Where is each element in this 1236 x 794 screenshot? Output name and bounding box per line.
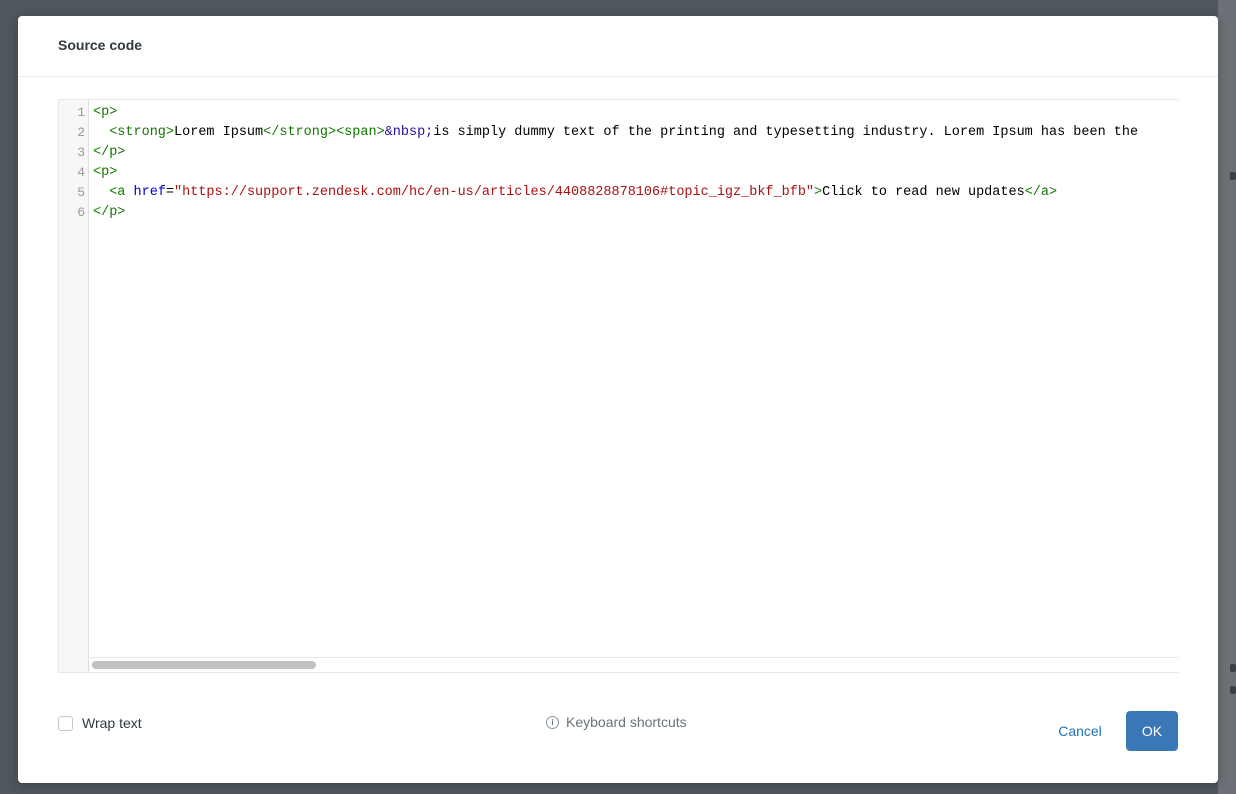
line-number: 3: [77, 145, 85, 160]
code-token: is simply dummy text of the printing and…: [433, 125, 1139, 140]
code-token: &nbsp;: [384, 125, 434, 140]
code-token: <p>: [93, 105, 118, 120]
dialog-header: Source code: [18, 16, 1218, 77]
source-code-dialog: Source code 1 2 3 4 5 6 <p> <strong>Lorem Ips…: [18, 16, 1218, 783]
code-token: =: [165, 185, 175, 200]
code-editor[interactable]: 123456 <p> <strong>Lorem Ipsum</strong><…: [58, 99, 1179, 673]
code-token: <span>: [336, 125, 385, 140]
background-page: [1218, 0, 1236, 794]
code-token: href: [133, 185, 166, 200]
code-token: >: [814, 185, 823, 200]
code-line: <p>: [93, 103, 1138, 123]
wrap-text-label: Wrap text: [82, 715, 142, 731]
wrap-text-toggle[interactable]: Wrap text: [58, 715, 142, 731]
code-token: Lorem Ipsum: [174, 125, 264, 140]
code-token: </p>: [93, 205, 126, 220]
code-token: Click to read new updates: [822, 185, 1025, 200]
info-icon: i: [546, 715, 559, 729]
code-line: <a href="https://support.zendesk.com/hc/…: [93, 183, 1138, 203]
dialog-title: Source code: [58, 37, 143, 53]
line-number-gutter: 1 2 3 4 5 6: [59, 100, 89, 672]
code-content[interactable]: <p> <strong>Lorem Ipsum</strong><span>&n…: [93, 103, 1138, 223]
line-numbers: 1 2 3 4 5 6: [59, 103, 85, 223]
code-token: </a>: [1024, 185, 1058, 200]
cancel-button[interactable]: Cancel: [1045, 711, 1115, 751]
code-token: <strong>: [109, 125, 175, 140]
keyboard-shortcuts-label: Keyboard shortcuts: [566, 714, 687, 730]
line-number: 4: [77, 165, 85, 180]
code-line: </p>: [93, 203, 1138, 223]
code-line: <p>: [93, 163, 1138, 183]
scrollbar-thumb[interactable]: [92, 661, 316, 669]
background-fragment: [1230, 664, 1236, 672]
ok-button[interactable]: OK: [1126, 711, 1178, 751]
line-number: 6: [77, 205, 85, 220]
keyboard-shortcuts-link[interactable]: i Keyboard shortcuts: [546, 714, 687, 730]
code-token: </strong>: [263, 125, 337, 140]
line-number: 1: [77, 105, 85, 120]
code-token: "https://support.zendesk.com/hc/en-us/ar…: [174, 185, 815, 200]
code-line: </p>: [93, 143, 1138, 163]
line-number: 5: [77, 185, 85, 200]
horizontal-scrollbar[interactable]: [89, 657, 1179, 672]
line-number: 2: [77, 125, 85, 140]
checkbox-icon[interactable]: [58, 715, 73, 731]
background-fragment: [1230, 172, 1236, 180]
code-token: <p>: [93, 165, 118, 180]
code-token: </p>: [93, 145, 126, 160]
code-line: <strong>Lorem Ipsum</strong><span>&nbsp;…: [93, 123, 1138, 143]
dialog-footer: Wrap text i Keyboard shortcuts Cancel OK: [18, 705, 1218, 755]
code-token: <a: [109, 185, 134, 200]
background-fragment: [1230, 686, 1236, 694]
